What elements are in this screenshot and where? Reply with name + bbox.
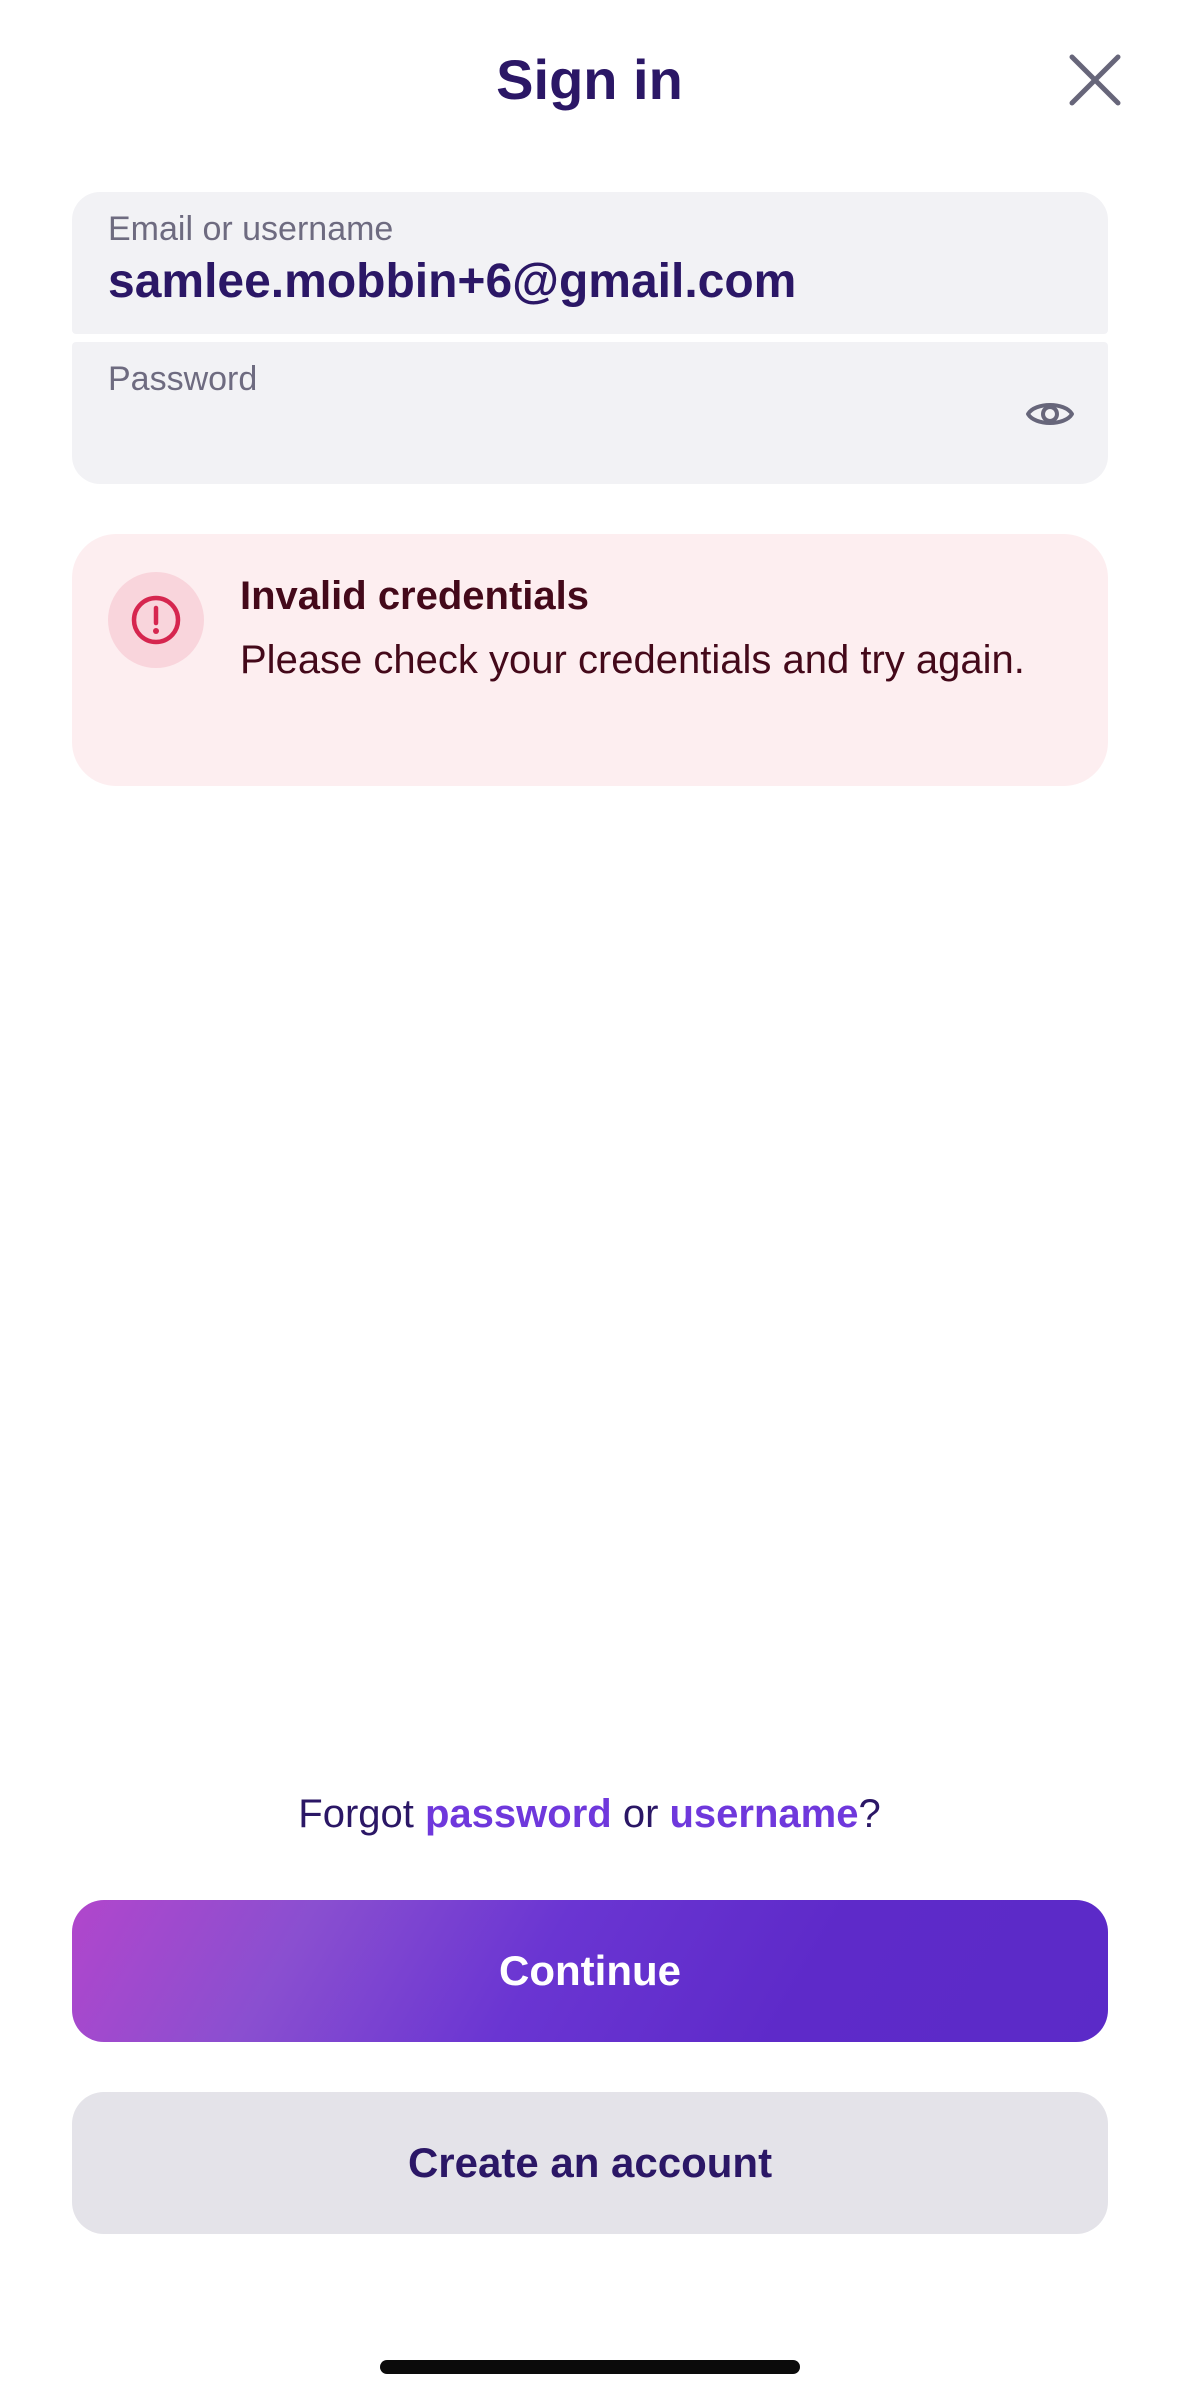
close-button[interactable]	[1055, 40, 1135, 120]
email-field-label: Email or username	[108, 210, 394, 248]
create-account-button[interactable]: Create an account	[72, 2092, 1108, 2234]
page-title: Sign in	[496, 48, 683, 111]
eye-icon	[1026, 403, 1074, 425]
email-field[interactable]: Email or username samlee.mobbin+6@gmail.…	[72, 192, 1108, 334]
error-message: Please check your credentials and try ag…	[240, 638, 1025, 682]
alert-icon-badge	[108, 572, 204, 668]
forgot-password-link[interactable]: password	[425, 1792, 612, 1836]
home-indicator	[380, 2360, 800, 2374]
forgot-prefix: Forgot	[298, 1792, 425, 1836]
forgot-middle: or	[611, 1792, 670, 1836]
forgot-suffix: ?	[858, 1792, 881, 1836]
alert-circle-icon	[131, 595, 181, 645]
error-banner: Invalid credentials Please check your cr…	[72, 534, 1108, 786]
continue-button[interactable]: Continue	[72, 1900, 1108, 2042]
show-password-button[interactable]	[1020, 384, 1080, 444]
error-title: Invalid credentials	[240, 574, 590, 618]
email-field-value[interactable]: samlee.mobbin+6@gmail.com	[108, 254, 796, 309]
forgot-username-link[interactable]: username	[670, 1792, 859, 1836]
sign-in-screen: Sign in Email or username samlee.mobbin+…	[0, 0, 1179, 2396]
close-icon	[1069, 54, 1121, 106]
password-field[interactable]: Password	[72, 342, 1108, 484]
password-field-label: Password	[108, 360, 258, 398]
forgot-credentials-text: Forgot password or username?	[0, 1792, 1179, 1837]
